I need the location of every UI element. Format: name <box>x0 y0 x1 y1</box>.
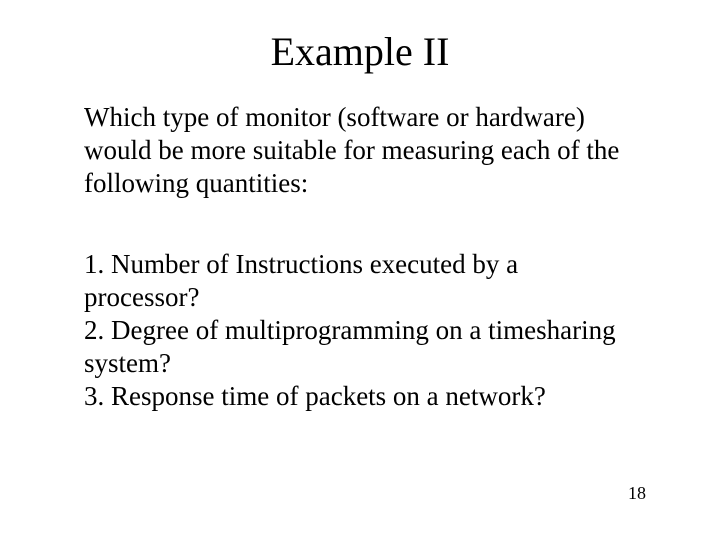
question-1: 1. Number of Instructions executed by a … <box>84 248 636 314</box>
question-2: 2. Degree of multiprogramming on a times… <box>84 314 636 380</box>
intro-paragraph: Which type of monitor (software or hardw… <box>84 101 636 200</box>
slide: Example II Which type of monitor (softwa… <box>0 0 720 540</box>
slide-title: Example II <box>84 28 636 75</box>
question-list: 1. Number of Instructions executed by a … <box>84 248 636 413</box>
question-3: 3. Response time of packets on a network… <box>84 380 636 413</box>
page-number: 18 <box>628 483 646 504</box>
